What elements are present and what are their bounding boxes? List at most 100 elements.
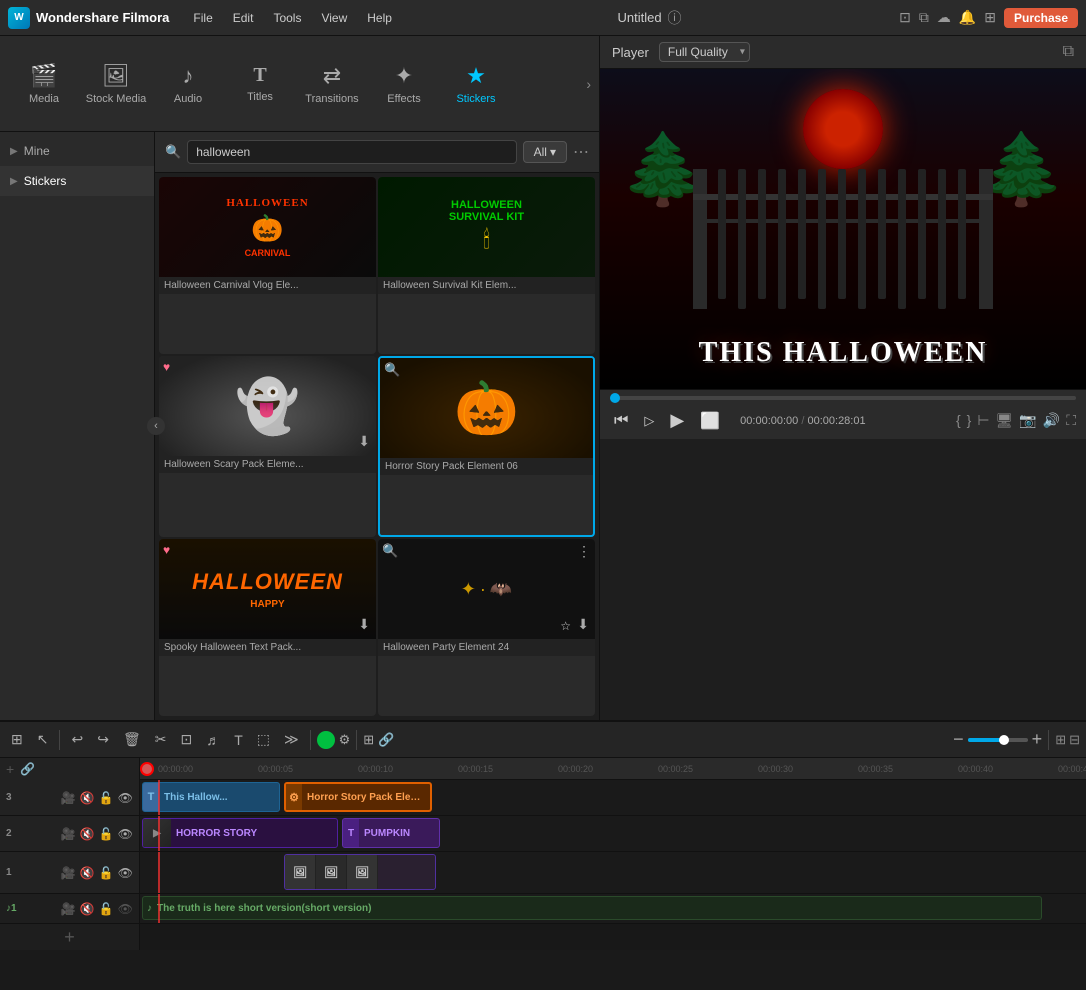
- add-media-icon[interactable]: +: [6, 761, 14, 777]
- tool-stickers[interactable]: ★ Stickers: [440, 55, 512, 113]
- player-tab[interactable]: Player: [612, 45, 649, 60]
- tl-cut-button[interactable]: ✂: [150, 728, 172, 751]
- track-audio-mute-icon[interactable]: 🔇: [80, 902, 95, 916]
- track-1-lock-icon[interactable]: 🔓: [99, 866, 114, 880]
- filter-button[interactable]: All ▾: [523, 141, 567, 163]
- tl-settings-icon[interactable]: ⚙: [339, 732, 351, 748]
- skip-back-button[interactable]: ⏮: [610, 410, 632, 432]
- sticker-survival-kit[interactable]: HALLOWEENSURVIVAL KIT 🕯 Halloween Surviv…: [378, 177, 595, 354]
- menu-help[interactable]: Help: [359, 9, 400, 27]
- bracket-right-icon[interactable]: }: [967, 412, 972, 429]
- tool-transitions[interactable]: ⇄ Transitions: [296, 55, 368, 113]
- split-icon[interactable]: ⊢: [977, 412, 989, 429]
- tool-media[interactable]: 🎬 Media: [8, 55, 80, 113]
- add-track-button[interactable]: +: [0, 924, 140, 950]
- stop-button[interactable]: ⬜: [696, 409, 724, 433]
- camera-icon[interactable]: 📷: [1019, 412, 1036, 429]
- notification-icon[interactable]: 🔔: [959, 9, 976, 26]
- tool-effects[interactable]: ✦ Effects: [368, 55, 440, 113]
- layout-grid-icon[interactable]: ⊞: [1055, 732, 1066, 748]
- sticker-carnival-vlog[interactable]: HALLOWEEN 🎃 CARNIVAL Halloween Carnival …: [159, 177, 376, 354]
- screen-icon[interactable]: 🖥: [996, 412, 1014, 429]
- sticker-dl3-icon[interactable]: ⬇: [577, 616, 589, 633]
- track-audio-eye-icon[interactable]: 👁: [118, 902, 133, 916]
- play-slow-button[interactable]: ▷: [640, 411, 658, 431]
- clip-horror-story-pack[interactable]: ⚙ Horror Story Pack Eleme...: [284, 782, 432, 812]
- track-3-lock-icon[interactable]: 🔓: [99, 791, 114, 805]
- layout-expand-icon[interactable]: ⊟: [1069, 732, 1080, 748]
- menu-file[interactable]: File: [185, 9, 220, 27]
- sticker-more-icon[interactable]: ⋮: [577, 543, 591, 560]
- tool-audio[interactable]: ♪ Audio: [152, 55, 224, 113]
- menu-view[interactable]: View: [313, 9, 355, 27]
- track-1-camera-icon[interactable]: 🎥: [61, 866, 76, 880]
- track-2-lock-icon[interactable]: 🔓: [99, 827, 114, 841]
- track-2-camera-icon[interactable]: 🎥: [61, 827, 76, 841]
- sticker-party-element[interactable]: 🔍 ⋮ ✦·🦇 ☆ ⬇ Halloween Party Element 24: [378, 539, 595, 716]
- track-3-mute-icon[interactable]: 🔇: [80, 791, 95, 805]
- quality-select[interactable]: Full Quality 1/2 Quality 1/4 Quality: [659, 42, 750, 62]
- play-button[interactable]: ▶: [666, 408, 688, 433]
- bracket-left-icon[interactable]: {: [956, 412, 961, 429]
- clip-audio-track[interactable]: ♪ The truth is here short version(short …: [142, 896, 1042, 920]
- tl-undo-button[interactable]: ↩: [66, 728, 88, 751]
- purchase-button[interactable]: Purchase: [1004, 8, 1078, 28]
- zoom-out-button[interactable]: −: [953, 729, 964, 750]
- track-1-eye-icon[interactable]: 👁: [118, 866, 133, 880]
- sticker-horror-story[interactable]: 🔍 🎃 Horror Story Pack Element 06: [378, 356, 595, 537]
- clip-this-halloween[interactable]: T This Hallow...: [142, 782, 280, 812]
- tl-record-button[interactable]: [317, 731, 335, 749]
- sticker-dl2-icon[interactable]: ⬇: [358, 616, 370, 633]
- tl-audio-button[interactable]: ♬: [201, 729, 225, 751]
- tl-more-button[interactable]: ≫: [279, 728, 304, 751]
- tool-titles[interactable]: T Titles: [224, 56, 296, 111]
- track-2-mute-icon[interactable]: 🔇: [80, 827, 95, 841]
- tool-stock-media[interactable]: 🖼 Stock Media: [80, 55, 152, 113]
- restore-icon[interactable]: ⧉: [919, 9, 929, 26]
- tl-text-button[interactable]: T: [229, 729, 248, 751]
- link-tracks-icon[interactable]: 🔗: [20, 762, 35, 776]
- track-3-eye-icon[interactable]: 👁: [118, 791, 133, 805]
- toolbar-expand-icon[interactable]: ›: [586, 76, 591, 92]
- sidebar-item-mine[interactable]: ▶ Mine: [0, 136, 154, 166]
- cloud-icon[interactable]: ☁: [937, 9, 951, 26]
- audio-icon: ♪: [183, 63, 194, 89]
- search-bar: 🔍 All ▾ ⋯: [155, 132, 599, 173]
- track-1-mute-icon[interactable]: 🔇: [80, 866, 95, 880]
- clip-photos[interactable]: 🖼 🖼 🖼: [284, 854, 436, 890]
- sidebar-collapse-button[interactable]: ‹: [147, 417, 165, 435]
- volume-icon[interactable]: 🔊: [1043, 412, 1060, 429]
- track-3-camera-icon[interactable]: 🎥: [61, 791, 76, 805]
- search-input[interactable]: [187, 140, 516, 164]
- menu-edit[interactable]: Edit: [225, 9, 262, 27]
- more-options-icon[interactable]: ⋯: [573, 142, 589, 162]
- carnival-text: HALLOWEEN: [226, 197, 308, 209]
- minimize-icon[interactable]: ⊡: [899, 9, 911, 26]
- track-audio-lock-icon[interactable]: 🔓: [99, 902, 114, 916]
- sticker-download-icon[interactable]: ⬇: [358, 433, 370, 450]
- clip-horror-story-video[interactable]: ▶ HORROR STORY: [142, 818, 338, 848]
- sidebar-item-stickers[interactable]: ▶ Stickers: [0, 166, 154, 196]
- track-2-eye-icon[interactable]: 👁: [118, 827, 133, 841]
- tl-crop-button[interactable]: ⊡: [175, 728, 197, 751]
- sticker-spooky-text[interactable]: ♥ HALLOWEEN HAPPY ⬇ Spooky Halloween Tex…: [159, 539, 376, 716]
- tl-link-icon[interactable]: 🔗: [378, 732, 394, 748]
- grid-icon[interactable]: ⊞: [984, 9, 996, 26]
- fullscreen-icon[interactable]: ⛶: [1066, 412, 1076, 429]
- sticker-fav-icon[interactable]: ☆: [560, 619, 571, 633]
- tl-redo-button[interactable]: ↪: [92, 728, 114, 751]
- zoom-in-button[interactable]: +: [1032, 729, 1043, 750]
- tl-select-button[interactable]: ↖: [32, 728, 54, 751]
- track-audio-camera-icon[interactable]: 🎥: [61, 902, 76, 916]
- player-image-icon[interactable]: ⧉: [1063, 43, 1074, 61]
- clip-pumpkin[interactable]: T PUMPKIN: [342, 818, 440, 848]
- tl-frame-button[interactable]: ⬚: [252, 728, 275, 751]
- menu-tools[interactable]: Tools: [265, 9, 309, 27]
- tl-add-button[interactable]: ⊞: [6, 728, 28, 751]
- info-icon[interactable]: ⓘ: [668, 8, 682, 28]
- sticker-scary-pack[interactable]: ♥ 👻 ⬇ Halloween Scary Pack Eleme...: [159, 356, 376, 537]
- zoom-slider[interactable]: [968, 738, 1028, 742]
- progress-bar[interactable]: [610, 396, 1076, 400]
- tl-snap-icon[interactable]: ⊞: [363, 732, 374, 748]
- tl-delete-button[interactable]: 🗑: [118, 728, 146, 751]
